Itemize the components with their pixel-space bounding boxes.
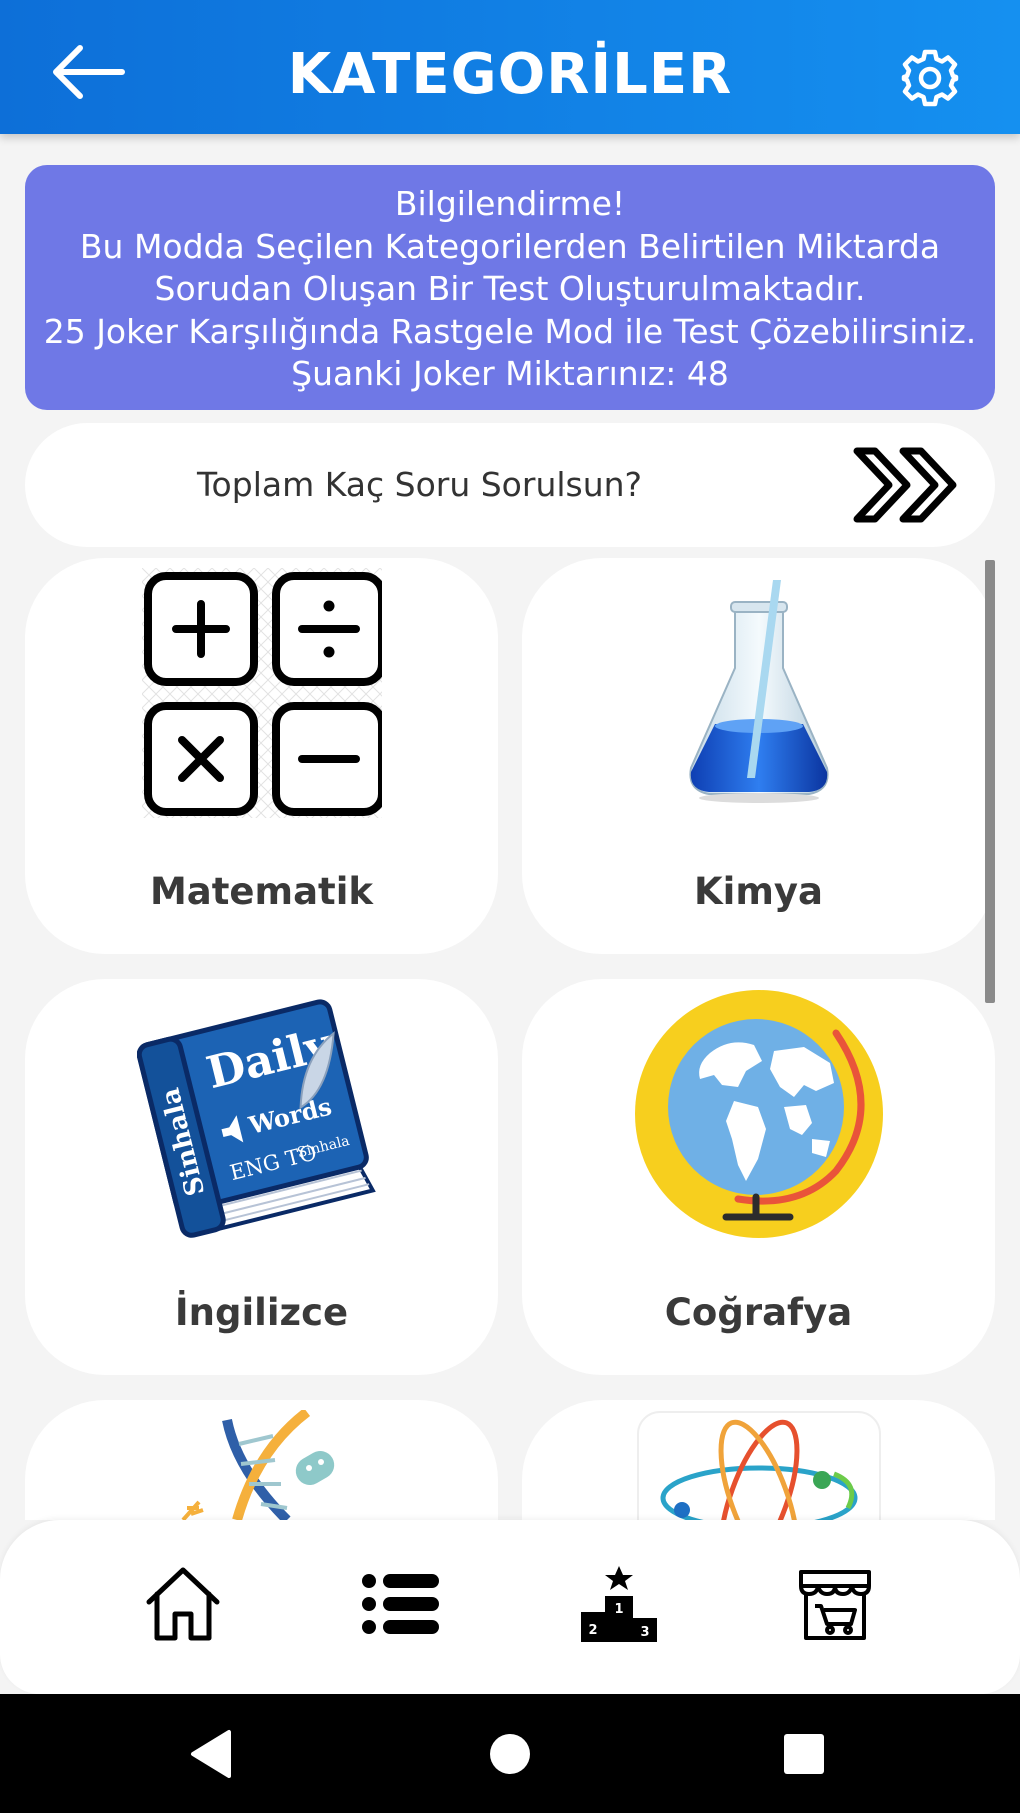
category-card-fizik[interactable] — [522, 1400, 995, 1520]
info-title: Bilgilendirme! — [394, 184, 626, 223]
page-title: KATEGORİLER — [287, 42, 733, 107]
category-label: Kimya — [694, 870, 823, 913]
question-count-placeholder: Toplam Kaç Soru Sorulsun? — [197, 465, 643, 504]
recents-square-icon[interactable] — [776, 1726, 832, 1782]
flask-icon — [688, 580, 829, 803]
list-icon[interactable] — [361, 1564, 441, 1644]
category-grid: Matematik Kimya Sinhala Daily Words ENG … — [0, 558, 1020, 1520]
double-chevron-right-icon[interactable] — [845, 443, 975, 527]
system-navigation-bar — [0, 1694, 1020, 1813]
home-circle-icon[interactable] — [482, 1726, 538, 1782]
back-triangle-icon[interactable] — [185, 1726, 241, 1782]
gear-icon[interactable] — [900, 48, 960, 108]
dna-icon — [181, 1410, 334, 1520]
podium-icon[interactable]: 1 2 3 — [579, 1564, 659, 1644]
category-card-kimya[interactable]: Kimya — [522, 558, 995, 954]
podium-rank-3: 3 — [640, 1625, 649, 1640]
bottom-navigation: 1 2 3 — [0, 1520, 1020, 1694]
category-card-ingilizce[interactable]: Sinhala Daily Words ENG TO Sinhala İngil… — [25, 979, 498, 1375]
info-text: Sorudan Oluşan Bir Test Oluşturulmaktadı… — [154, 269, 866, 308]
category-label: İngilizce — [174, 1291, 349, 1334]
podium-rank-2: 2 — [588, 1623, 597, 1638]
info-text: Bu Modda Seçilen Kategorilerden Belirtil… — [79, 226, 941, 266]
podium-rank-1: 1 — [614, 1602, 623, 1617]
math-operators-icon — [141, 568, 382, 818]
dictionary-book-icon: Sinhala Daily Words ENG TO Sinhala — [136, 999, 376, 1238]
joker-count-text: Şuanki Joker Miktarınız: 48 — [291, 354, 729, 393]
store-icon[interactable] — [795, 1564, 875, 1644]
category-label: Matematik — [149, 870, 374, 913]
info-text: 25 Joker Karşılığında Rastgele Mod ile T… — [43, 311, 977, 351]
category-card-biyoloji[interactable] — [25, 1400, 498, 1520]
category-label: Coğrafya — [664, 1291, 853, 1334]
scrollbar[interactable] — [985, 560, 995, 1003]
category-card-cografya[interactable]: Coğrafya — [522, 979, 995, 1375]
globe-icon — [634, 990, 883, 1238]
atom-icon — [636, 1411, 881, 1520]
question-count-field[interactable]: Toplam Kaç Soru Sorulsun? — [25, 423, 995, 547]
category-card-matematik[interactable]: Matematik — [25, 558, 498, 954]
info-banner: Bilgilendirme! Bu Modda Seçilen Kategori… — [25, 165, 995, 410]
app-bar: KATEGORİLER — [0, 0, 1020, 134]
home-icon[interactable] — [143, 1564, 223, 1644]
